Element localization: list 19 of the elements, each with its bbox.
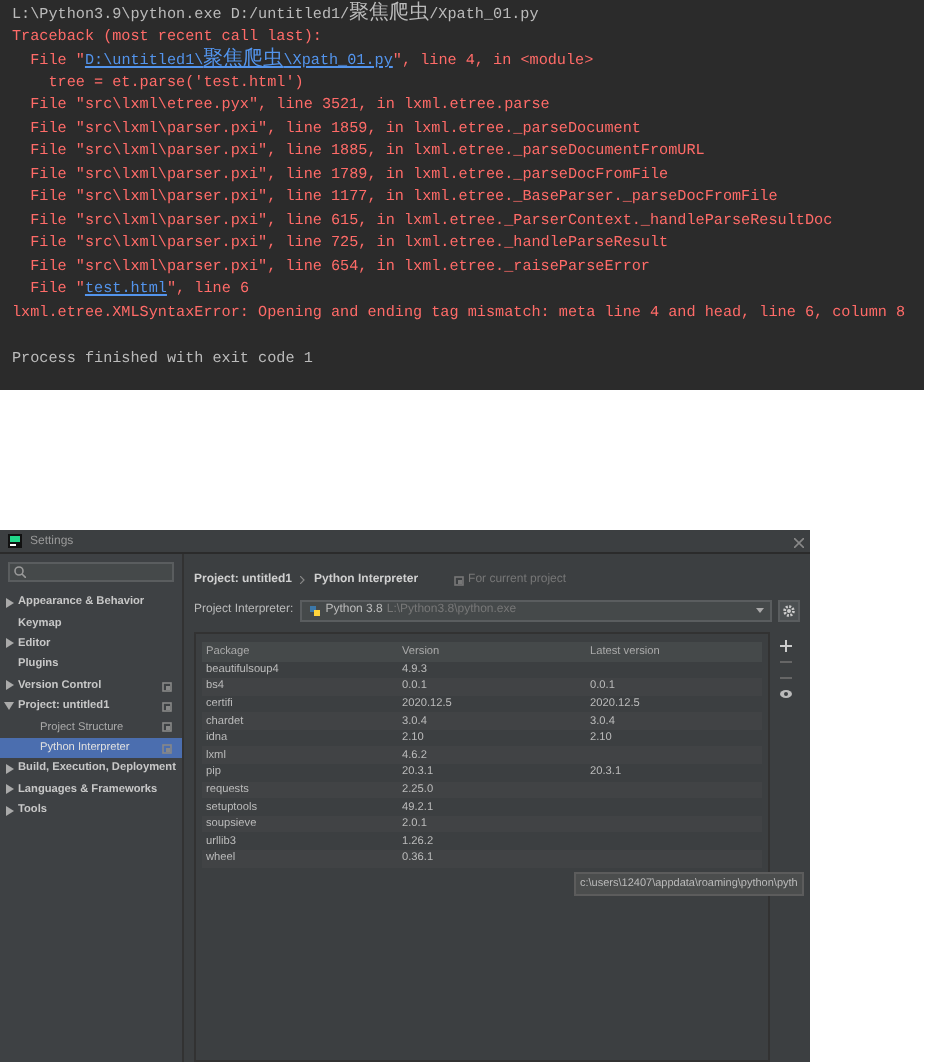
app-icon — [8, 534, 22, 548]
show-button[interactable] — [779, 688, 791, 700]
settings-button[interactable] — [778, 599, 800, 621]
caret-icon — [756, 607, 764, 613]
expand-arrow-icon[interactable] — [4, 702, 14, 711]
expand-arrow-icon[interactable] — [5, 680, 13, 691]
close-icon[interactable] — [794, 538, 804, 548]
breadcrumb-separator-icon — [300, 576, 307, 584]
python-icon — [307, 603, 322, 617]
expand-arrow-icon[interactable] — [5, 784, 13, 795]
add-button[interactable] — [779, 640, 791, 652]
expand-arrow-icon[interactable] — [5, 638, 13, 649]
search-field[interactable] — [8, 562, 174, 582]
gear-icon — [782, 603, 796, 617]
expand-arrow-icon[interactable] — [5, 805, 13, 816]
search-icon — [14, 566, 26, 578]
expand-arrow-icon[interactable] — [5, 597, 13, 608]
project-scope-icon — [454, 575, 465, 585]
expand-arrow-icon[interactable] — [5, 763, 13, 774]
